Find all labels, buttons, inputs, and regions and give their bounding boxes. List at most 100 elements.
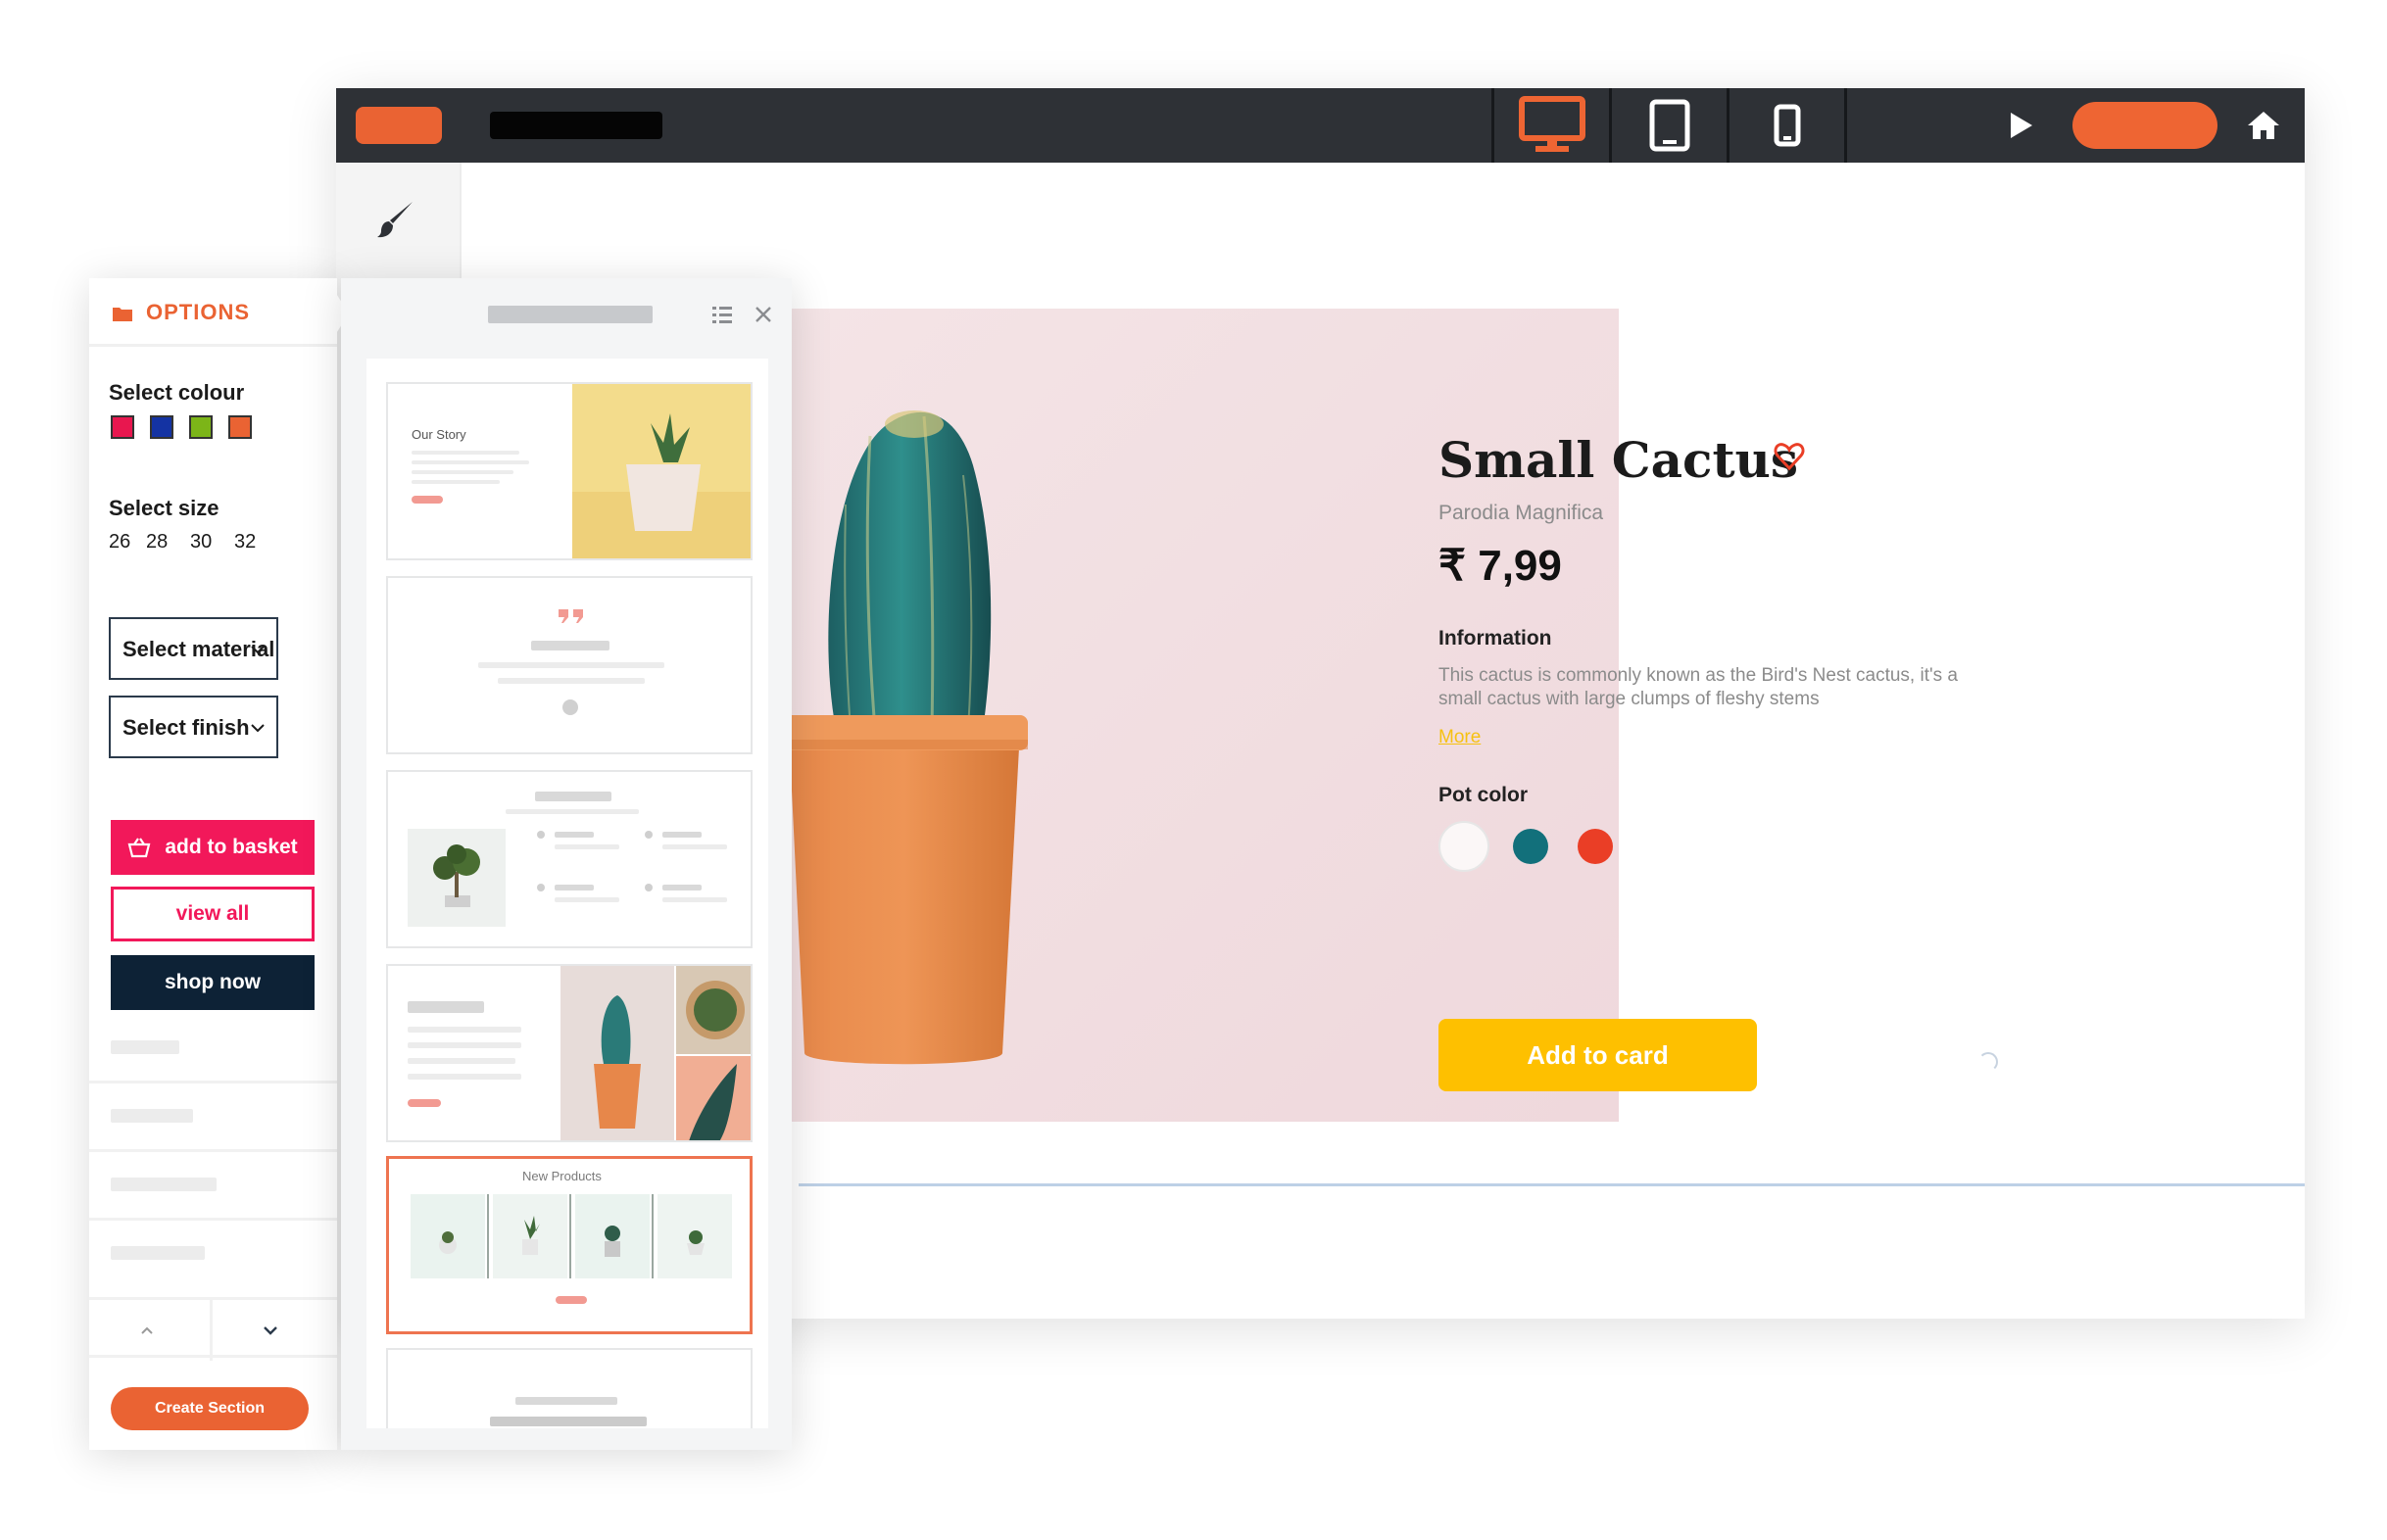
select-size-label: Select size	[109, 496, 219, 520]
template-panel: Our Story New Products	[341, 278, 792, 1450]
option-row[interactable]	[89, 1221, 337, 1289]
option-placeholder	[111, 1109, 193, 1123]
colour-swatch-red[interactable]	[111, 415, 134, 439]
template-card-new-products[interactable]: New Products	[386, 1156, 753, 1334]
chevron-down-icon	[264, 1326, 277, 1335]
brand-button[interactable]	[356, 107, 442, 144]
publish-button[interactable]	[2072, 102, 2217, 149]
move-up-button[interactable]	[132, 1316, 162, 1345]
information-heading: Information	[1438, 627, 1552, 650]
options-header: OPTIONS	[89, 278, 337, 347]
play-icon	[2011, 113, 2032, 138]
options-panel: OPTIONS Select colour Select size 26 28 …	[89, 278, 349, 1450]
text-line	[662, 844, 727, 849]
view-all-button[interactable]: view all	[111, 887, 315, 941]
shop-now-button[interactable]: shop now	[111, 955, 315, 1010]
option-placeholder	[111, 1178, 217, 1191]
text-line	[555, 844, 619, 849]
feature-title-placeholder	[662, 832, 702, 838]
finish-select[interactable]: Select finish	[109, 696, 278, 758]
template-card-partial[interactable]	[386, 1348, 753, 1428]
size-option[interactable]: 26	[109, 531, 130, 553]
cactus-gallery-photos	[560, 966, 751, 1140]
template-panel-title-placeholder	[488, 306, 653, 323]
template-card-our-story[interactable]: Our Story	[386, 382, 753, 560]
colour-swatch-orange[interactable]	[228, 415, 252, 439]
more-link[interactable]: More	[1438, 727, 1481, 748]
feature-title-placeholder	[662, 885, 702, 890]
section-nav	[89, 1297, 337, 1361]
chevron-down-icon	[251, 646, 265, 654]
information-text: This cactus is commonly known as the Bir…	[1438, 665, 1958, 709]
close-icon[interactable]	[753, 304, 774, 325]
home-button[interactable]	[2244, 107, 2283, 144]
size-option[interactable]: 28	[146, 531, 168, 553]
text-line	[412, 451, 519, 455]
brush-icon	[377, 202, 413, 238]
option-placeholder	[111, 1246, 205, 1260]
text-line	[506, 809, 639, 814]
folder-icon	[113, 308, 132, 321]
product-title: Small Cactus	[1438, 431, 1799, 489]
text-line	[412, 470, 513, 474]
grid-view-icon[interactable]	[710, 304, 734, 325]
chevron-down-icon	[251, 724, 265, 733]
product-price: ₹ 7,99	[1438, 542, 1562, 590]
add-to-basket-button[interactable]: add to basket	[111, 820, 315, 875]
text-line	[478, 662, 664, 668]
template-button-placeholder	[556, 1296, 587, 1304]
template-button-placeholder	[412, 496, 443, 504]
options-title: OPTIONS	[146, 300, 251, 324]
pot-color-red-swatch[interactable]	[1578, 829, 1613, 864]
features-heading-placeholder	[535, 792, 611, 801]
phone-icon	[1774, 104, 1800, 147]
option-row[interactable]	[89, 1015, 337, 1083]
desktop-icon	[1518, 96, 1585, 152]
colour-swatch-blue[interactable]	[150, 415, 173, 439]
brush-tool-button[interactable]	[367, 192, 422, 247]
gallery-heading-placeholder	[408, 1001, 484, 1013]
move-down-button[interactable]	[256, 1316, 285, 1345]
feature-bullet	[537, 884, 545, 891]
feature-bullet	[645, 884, 653, 891]
template-card-gallery[interactable]	[386, 964, 753, 1142]
loading-spinner	[1978, 1052, 1998, 1072]
pot-color-teal-swatch[interactable]	[1513, 829, 1548, 864]
template-new-products-title: New Products	[522, 1169, 602, 1183]
pot-color-heading: Pot color	[1438, 784, 1529, 806]
text-line	[498, 678, 645, 684]
template-heading-placeholder	[515, 1397, 617, 1405]
template-list: Our Story New Products	[366, 359, 768, 1428]
desktop-view-button[interactable]	[1494, 88, 1609, 163]
option-placeholder	[111, 1040, 179, 1054]
size-option[interactable]: 30	[190, 531, 212, 553]
page-title-placeholder	[490, 112, 662, 139]
home-icon	[2248, 112, 2279, 139]
size-option[interactable]: 32	[234, 531, 256, 553]
quote-icon	[559, 609, 583, 623]
product-thumbnails	[411, 1194, 732, 1278]
text-line	[662, 897, 727, 902]
create-section-button[interactable]: Create Section	[111, 1387, 309, 1430]
heart-icon[interactable]	[1772, 439, 1807, 474]
tablet-icon	[1649, 99, 1689, 152]
tablet-view-button[interactable]	[1612, 88, 1727, 163]
section-boundary-line	[799, 1183, 2305, 1186]
pot-color-white-swatch[interactable]	[1438, 821, 1489, 872]
option-row[interactable]	[89, 1152, 337, 1221]
phone-view-button[interactable]	[1729, 88, 1844, 163]
feature-title-placeholder	[555, 832, 594, 838]
nav-divider	[210, 1300, 213, 1361]
add-to-basket-label: add to basket	[165, 836, 298, 858]
preview-button[interactable]	[2004, 108, 2039, 143]
template-card-quote[interactable]	[386, 576, 753, 754]
material-select[interactable]: Select material	[109, 617, 278, 680]
basket-icon	[127, 838, 151, 858]
add-to-card-button[interactable]: Add to card	[1438, 1019, 1757, 1091]
template-card-features[interactable]	[386, 770, 753, 948]
option-row[interactable]	[89, 1083, 337, 1152]
template-button-placeholder	[408, 1099, 441, 1107]
product-subtitle: Parodia Magnifica	[1438, 502, 1604, 524]
template-story-title: Our Story	[412, 427, 466, 442]
colour-swatch-green[interactable]	[189, 415, 213, 439]
